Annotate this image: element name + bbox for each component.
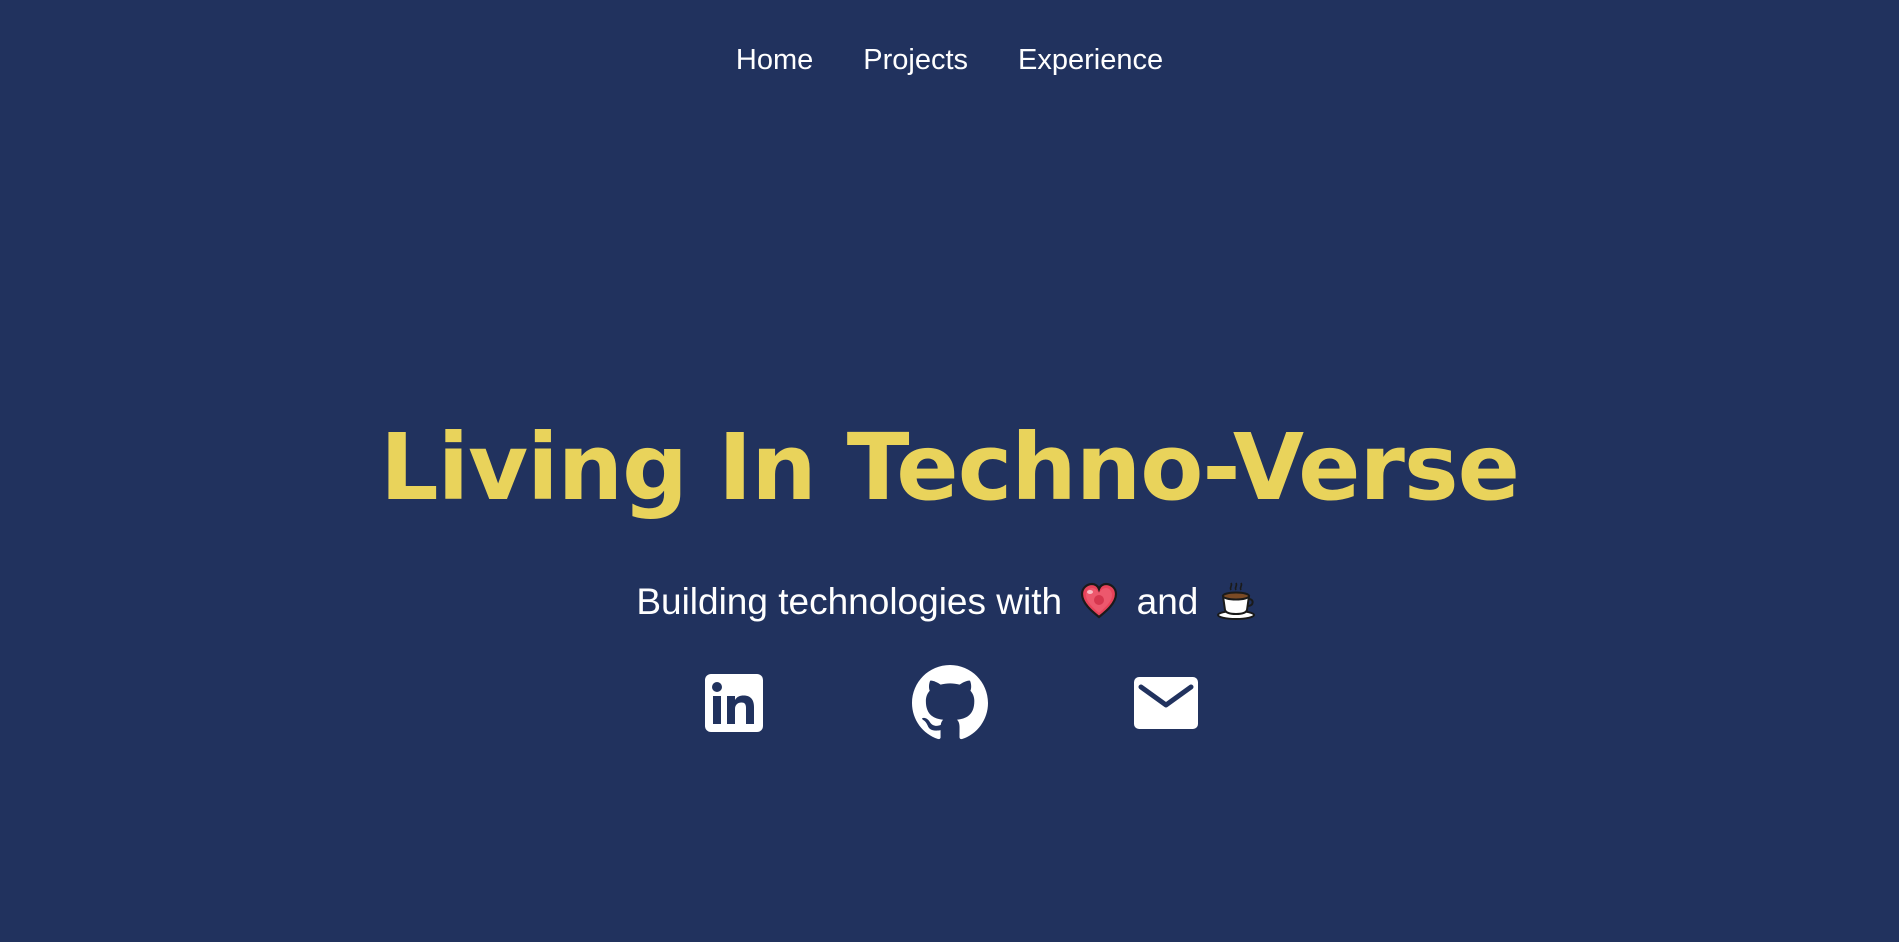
heart-icon [1078, 580, 1120, 622]
subtitle-mid: and [1136, 581, 1199, 622]
subtitle-prefix: Building technologies with [636, 581, 1063, 622]
hero-subtitle: Building technologies with and [0, 577, 1899, 627]
github-link[interactable] [911, 664, 988, 746]
hero-title: Living In Techno-Verse [379, 414, 1520, 521]
nav-home-link[interactable]: Home [736, 38, 813, 82]
top-nav: Home Projects Experience [0, 38, 1899, 82]
linkedin-link[interactable] [697, 666, 771, 744]
linkedin-icon [704, 673, 763, 737]
github-icon [911, 664, 988, 746]
nav-projects-link[interactable]: Projects [863, 38, 968, 82]
nav-experience-link[interactable]: Experience [1018, 38, 1163, 82]
mail-link[interactable] [1129, 666, 1203, 744]
social-links [0, 664, 1899, 746]
coffee-icon [1215, 580, 1257, 622]
mail-icon [1133, 676, 1198, 734]
